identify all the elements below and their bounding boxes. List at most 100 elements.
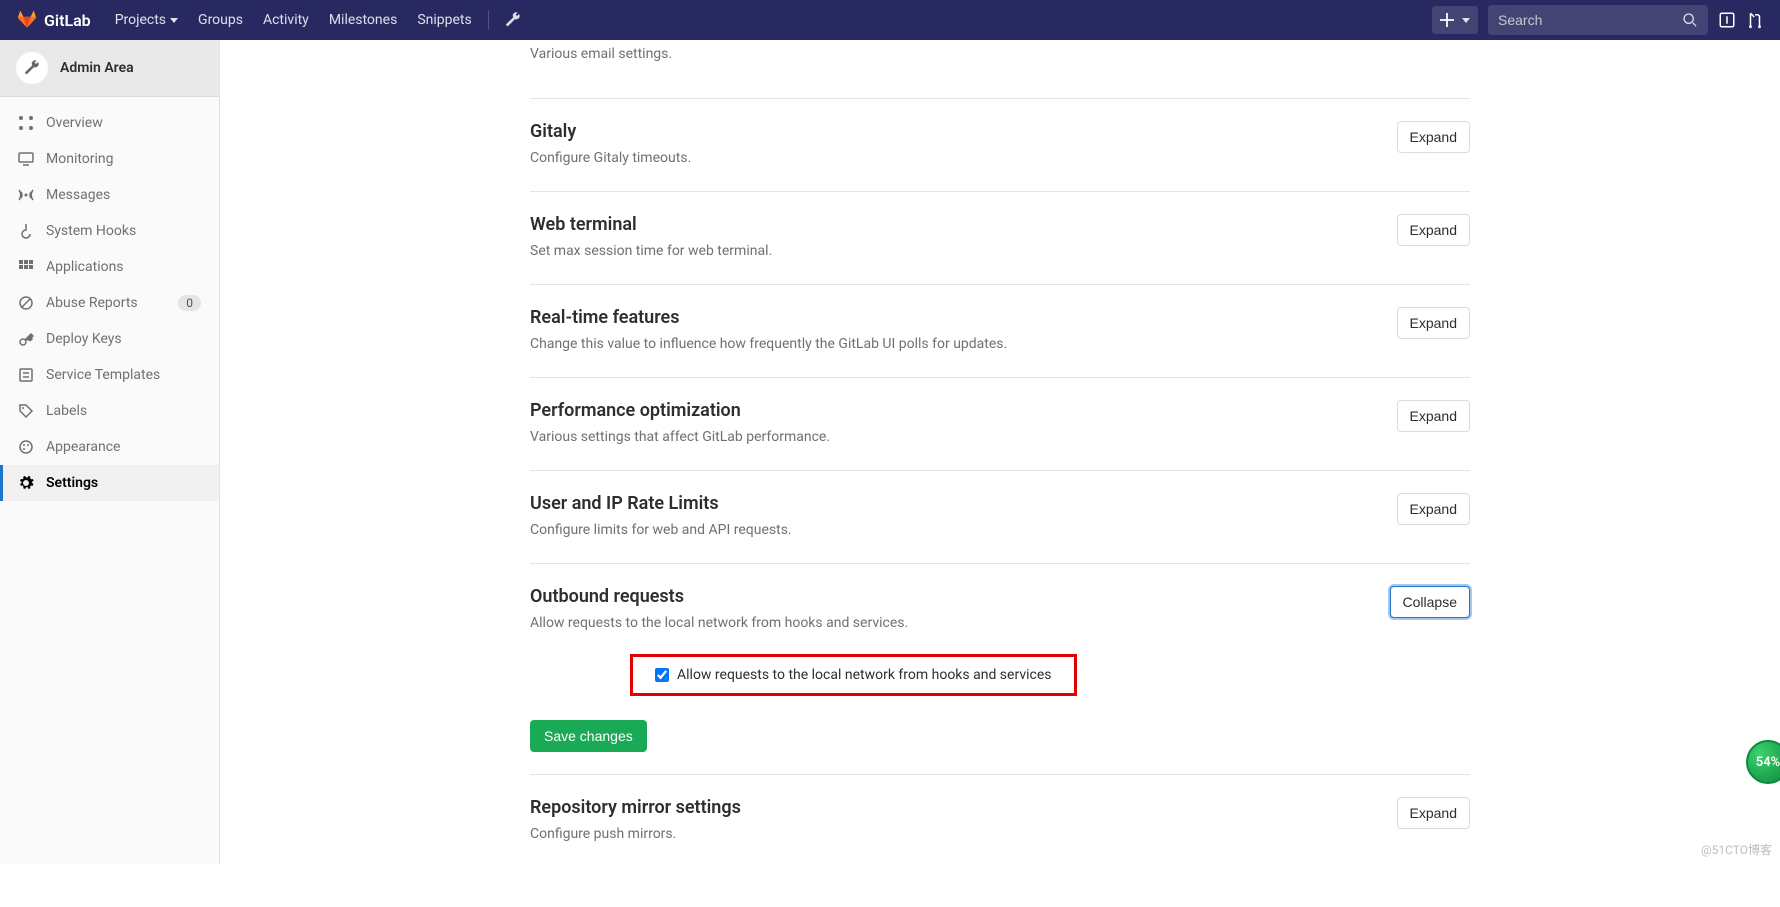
section-title: Outbound requests [530, 586, 908, 607]
sidebar-item-settings[interactable]: Settings [0, 465, 219, 501]
sidebar-item-system-hooks[interactable]: System Hooks [0, 213, 219, 249]
sidebar-item-overview[interactable]: Overview [0, 105, 219, 141]
nav-snippets[interactable]: Snippets [407, 0, 481, 40]
monitor-icon [18, 151, 34, 167]
expand-button-mirror[interactable]: Expand [1397, 797, 1470, 829]
search-input[interactable] [1498, 12, 1682, 28]
section-email: Email Various email settings. Expand [530, 40, 1470, 99]
navbar-right [1432, 5, 1764, 35]
nav-activity[interactable]: Activity [253, 0, 319, 40]
sidebar-title: Admin Area [60, 60, 134, 76]
section-desc: Configure push mirrors. [530, 824, 741, 845]
template-icon [18, 367, 34, 383]
section-gitaly: Gitaly Configure Gitaly timeouts. Expand [530, 99, 1470, 192]
expand-button-gitaly[interactable]: Expand [1397, 121, 1470, 153]
allow-local-network-label[interactable]: Allow requests to the local network from… [655, 667, 1052, 683]
collapse-button-outbound[interactable]: Collapse [1390, 586, 1470, 618]
chevron-down-icon [170, 18, 178, 23]
wrench-icon [505, 12, 521, 28]
section-title: User and IP Rate Limits [530, 493, 792, 514]
section-title: Gitaly [530, 121, 691, 142]
abuse-count-badge: 0 [178, 295, 201, 311]
expand-button-ratelimits[interactable]: Expand [1397, 493, 1470, 525]
watermark-text: @51CTO博客 [1701, 841, 1772, 858]
gitlab-logo-icon [16, 7, 38, 33]
sidebar-item-service-templates[interactable]: Service Templates [0, 357, 219, 393]
sidebar-item-label: Abuse Reports [46, 295, 138, 311]
section-title: Web terminal [530, 214, 772, 235]
sidebar-item-label: Service Templates [46, 367, 160, 383]
admin-avatar [16, 52, 48, 84]
highlighted-checkbox-wrap: Allow requests to the local network from… [630, 654, 1077, 696]
allow-local-network-checkbox[interactable] [655, 668, 669, 682]
abuse-icon [18, 295, 34, 311]
applications-icon [18, 259, 34, 275]
sidebar-item-labels[interactable]: Labels [0, 393, 219, 429]
sidebar-item-deploy-keys[interactable]: Deploy Keys [0, 321, 219, 357]
admin-wrench-link[interactable] [495, 0, 531, 40]
sidebar-item-label: Monitoring [46, 151, 114, 167]
section-mirror: Repository mirror settings Configure pus… [530, 775, 1470, 867]
sidebar-item-label: Deploy Keys [46, 331, 122, 347]
checkbox-text: Allow requests to the local network from… [677, 667, 1052, 683]
overview-icon [18, 115, 34, 131]
section-rate-limits: User and IP Rate Limits Configure limits… [530, 471, 1470, 564]
broadcast-icon [18, 187, 34, 203]
section-desc: Allow requests to the local network from… [530, 613, 908, 634]
sidebar-item-applications[interactable]: Applications [0, 249, 219, 285]
section-desc: Change this value to influence how frequ… [530, 334, 1007, 355]
section-realtime: Real-time features Change this value to … [530, 285, 1470, 378]
chevron-down-icon [1462, 18, 1470, 23]
section-desc: Configure limits for web and API request… [530, 520, 792, 541]
search-box[interactable] [1488, 5, 1708, 35]
section-desc: Configure Gitaly timeouts. [530, 148, 691, 169]
sidebar-item-appearance[interactable]: Appearance [0, 429, 219, 465]
sidebar-header: Admin Area [0, 40, 219, 97]
section-desc: Set max session time for web terminal. [530, 241, 772, 262]
expand-button-webterm[interactable]: Expand [1397, 214, 1470, 246]
gear-icon [18, 475, 34, 491]
section-web-terminal: Web terminal Set max session time for we… [530, 192, 1470, 285]
section-body-outbound: Allow requests to the local network from… [530, 654, 1470, 752]
issues-icon[interactable] [1718, 11, 1736, 29]
admin-sidebar: Admin Area Overview Monitoring Messages … [0, 40, 220, 864]
sidebar-item-label: Settings [46, 475, 98, 491]
nav-groups[interactable]: Groups [188, 0, 253, 40]
save-changes-button[interactable]: Save changes [530, 720, 647, 752]
primary-nav: Projects Groups Activity Milestones Snip… [105, 0, 531, 40]
section-title: Repository mirror settings [530, 797, 741, 818]
main-content: Email Various email settings. Expand Git… [220, 40, 1780, 907]
nav-projects[interactable]: Projects [105, 0, 188, 40]
section-title: Real-time features [530, 307, 1007, 328]
sidebar-item-label: Labels [46, 403, 87, 419]
expand-button-performance[interactable]: Expand [1397, 400, 1470, 432]
sidebar-item-label: Messages [46, 187, 110, 203]
section-title: Performance optimization [530, 400, 830, 421]
sidebar-item-messages[interactable]: Messages [0, 177, 219, 213]
nav-milestones[interactable]: Milestones [319, 0, 408, 40]
search-icon [1682, 12, 1698, 28]
section-desc: Various settings that affect GitLab perf… [530, 427, 830, 448]
sidebar-nav: Overview Monitoring Messages System Hook… [0, 97, 219, 509]
hook-icon [18, 223, 34, 239]
plus-icon [1440, 13, 1454, 27]
key-icon [18, 331, 34, 347]
section-performance: Performance optimization Various setting… [530, 378, 1470, 471]
labels-icon [18, 403, 34, 419]
appearance-icon [18, 439, 34, 455]
brand-text: GitLab [44, 11, 91, 30]
section-outbound-requests: Outbound requests Allow requests to the … [530, 564, 1470, 775]
sidebar-item-label: Appearance [46, 439, 120, 455]
settings-container: Email Various email settings. Expand Git… [510, 40, 1490, 867]
wrench-icon [24, 60, 40, 76]
sidebar-item-label: Applications [46, 259, 124, 275]
merge-requests-icon[interactable] [1746, 11, 1764, 29]
sidebar-item-label: Overview [46, 115, 103, 131]
brand-home-link[interactable]: GitLab [16, 7, 91, 33]
expand-button-realtime[interactable]: Expand [1397, 307, 1470, 339]
sidebar-item-abuse-reports[interactable]: Abuse Reports 0 [0, 285, 219, 321]
nav-divider [488, 10, 489, 30]
new-dropdown-button[interactable] [1432, 6, 1478, 34]
sidebar-item-monitoring[interactable]: Monitoring [0, 141, 219, 177]
top-navbar: GitLab Projects Groups Activity Mileston… [0, 0, 1780, 40]
